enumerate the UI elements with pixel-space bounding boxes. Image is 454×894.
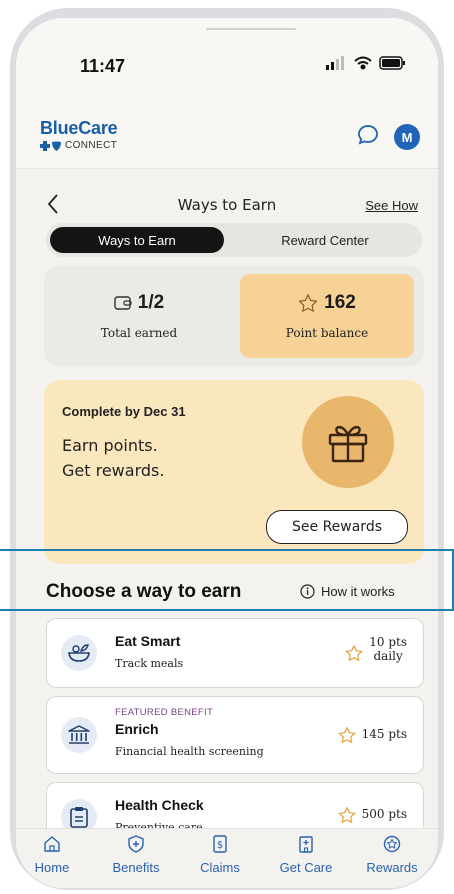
tab-home-label: Home — [34, 860, 70, 875]
top-bar: 11:47 BlueCare CONNECT M — [16, 18, 438, 168]
shield-plus-icon — [128, 835, 144, 853]
segmented-control: Ways to Earn Reward Center — [46, 223, 422, 257]
tab-ways-to-earn[interactable]: Ways to Earn — [50, 227, 224, 253]
notch — [206, 28, 296, 30]
salad-icon-wrap — [61, 635, 97, 671]
star-icon — [337, 807, 356, 823]
page-nav: Ways to Earn See How — [16, 188, 438, 224]
status-time: 11:47 — [80, 56, 126, 76]
earn-card-eat-smart[interactable]: Eat Smart Track meals 10 pts daily — [46, 618, 424, 688]
gift-icon — [328, 425, 368, 463]
tab-claims-label: Claims — [200, 860, 240, 875]
point-balance-value: 162 — [324, 292, 356, 313]
brand-sub: CONNECT — [65, 140, 118, 151]
total-earned-value: 1/2 — [137, 292, 165, 313]
earn-card-enrich[interactable]: FEATURED BENEFIT Enrich Financial health… — [46, 696, 424, 774]
tab-rewards[interactable]: Rewards — [352, 835, 432, 875]
wallet-icon — [114, 296, 132, 310]
building-icon — [299, 836, 313, 853]
promo-card: Complete by Dec 31 Earn points. Get rewa… — [44, 380, 424, 564]
status-icons — [326, 56, 405, 70]
tab-get-care[interactable]: Get Care — [266, 835, 346, 875]
card-points: 10 pts daily — [345, 635, 407, 663]
bank-icon-wrap — [61, 717, 97, 753]
card-subtitle: Financial health screening — [115, 745, 264, 758]
chat-icon[interactable] — [356, 123, 380, 147]
card-points-value: 145 pts — [361, 727, 407, 741]
featured-badge: FEATURED BENEFIT — [115, 707, 214, 718]
card-title: Health Check — [115, 797, 204, 813]
header-divider — [16, 168, 438, 169]
card-points: 500 pts — [337, 807, 407, 823]
rewards-icon — [383, 835, 401, 853]
card-points-value: 500 pts — [361, 807, 407, 821]
dollar-doc-icon: $ — [213, 835, 227, 853]
card-points-frequency: daily — [373, 649, 403, 663]
total-earned-tile[interactable]: 1/2 Total earned — [52, 274, 226, 358]
card-points: 145 pts — [337, 727, 407, 743]
stats-panel: 1/2 Total earned 162 Point balance — [44, 266, 424, 366]
battery-icon — [379, 56, 405, 70]
star-icon — [337, 727, 356, 743]
brand-mark-icon — [40, 140, 61, 151]
gift-badge — [302, 396, 394, 488]
avatar[interactable]: M — [394, 124, 420, 150]
salad-icon — [68, 644, 90, 662]
highlight-box — [0, 549, 454, 611]
bank-icon — [68, 725, 90, 744]
brand-logo[interactable]: BlueCare CONNECT — [40, 118, 118, 151]
see-rewards-button[interactable]: See Rewards — [266, 510, 408, 544]
tab-benefits[interactable]: Benefits — [96, 835, 176, 875]
star-icon — [298, 294, 318, 312]
tab-get-care-label: Get Care — [279, 860, 333, 875]
signal-icon — [326, 56, 344, 70]
tab-rewards-label: Rewards — [366, 860, 418, 875]
promo-line-1: Earn points. — [62, 436, 158, 455]
brand-name: BlueCare — [40, 118, 118, 138]
clipboard-icon — [70, 807, 88, 828]
app-screen: 11:47 BlueCare CONNECT M Ways to Earn Se… — [16, 18, 438, 888]
svg-text:$: $ — [217, 840, 223, 851]
wifi-icon — [354, 56, 372, 70]
promo-deadline: Complete by Dec 31 — [62, 404, 186, 419]
card-title: Enrich — [115, 721, 159, 737]
tab-claims[interactable]: $ Claims — [180, 835, 260, 875]
home-icon — [44, 836, 60, 852]
point-balance-label: Point balance — [285, 326, 369, 340]
total-earned-label: Total earned — [100, 326, 178, 340]
promo-line-2: Get rewards. — [62, 461, 165, 480]
tab-benefits-label: Benefits — [112, 860, 160, 875]
star-icon — [345, 645, 364, 661]
see-how-link[interactable]: See How — [365, 198, 418, 213]
card-title: Eat Smart — [115, 633, 181, 649]
tab-home[interactable]: Home — [16, 835, 92, 875]
card-subtitle: Track meals — [115, 657, 184, 670]
card-points-value: 10 pts — [369, 635, 407, 649]
bottom-tab-bar: Home Benefits $ Claims Get Care Rewards — [16, 828, 438, 888]
point-balance-tile[interactable]: 162 Point balance — [240, 274, 414, 358]
tab-reward-center[interactable]: Reward Center — [232, 227, 418, 253]
